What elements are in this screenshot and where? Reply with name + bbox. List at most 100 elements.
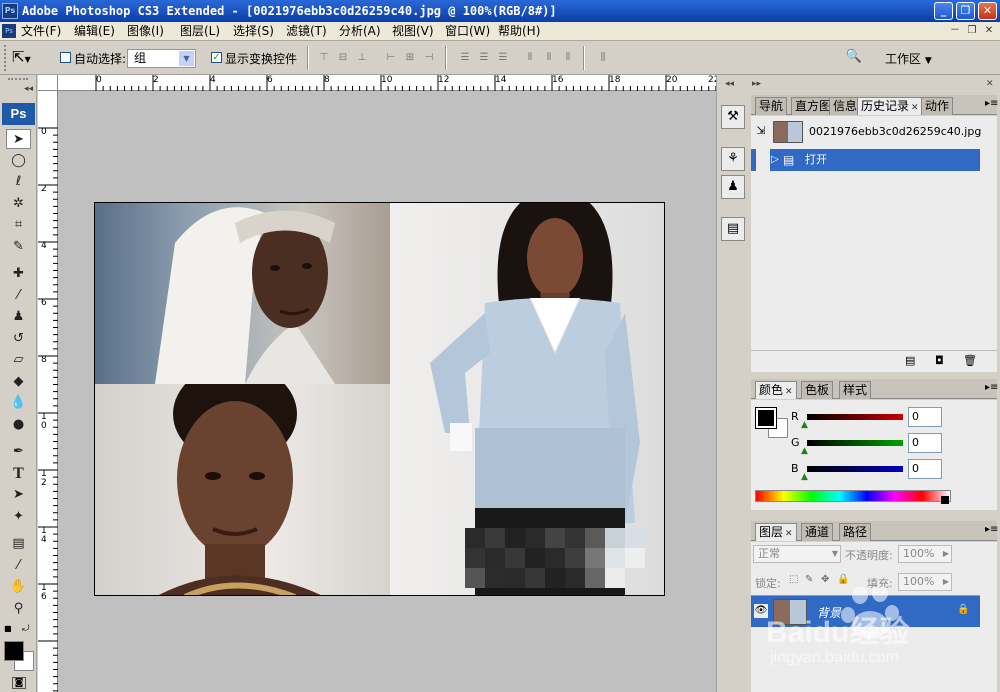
delete-icon[interactable]: 🗑 — [963, 354, 977, 367]
zoom-tool[interactable]: ⚲ — [6, 599, 31, 619]
slider-thumb-icon[interactable]: ▲ — [801, 472, 808, 482]
slider-thumb-icon[interactable]: ▲ — [801, 446, 808, 456]
channel-r-input[interactable]: 0 — [908, 407, 942, 427]
collapse-toolbox-icon[interactable]: ◂◂ — [24, 84, 33, 94]
align-top-icon[interactable]: ⊤ — [317, 51, 331, 65]
bridge-button[interactable]: 🔍 — [842, 49, 866, 67]
layer-row-background[interactable]: 👁 背景 🔒 — [751, 595, 980, 627]
panel-menu-icon[interactable]: ▸≡ — [985, 382, 998, 393]
tab-paths[interactable]: 路径 — [839, 523, 872, 541]
hand-tool[interactable]: ✋ — [6, 577, 31, 597]
distribute-top-icon[interactable]: ☰ — [458, 51, 472, 65]
channel-b-input[interactable]: 0 — [908, 459, 942, 479]
menu-window[interactable]: 窗口(W) — [445, 24, 490, 39]
tab-channels[interactable]: 通道 — [801, 523, 834, 541]
shape-tool[interactable]: ✦ — [6, 507, 31, 527]
distribute-bottom-icon[interactable]: ☰ — [496, 51, 510, 65]
align-left-icon[interactable]: ⊢ — [384, 51, 398, 65]
ruler-vertical[interactable]: 0 2 4 6 8 10 12 14 16 — [38, 91, 58, 692]
magic-wand-tool[interactable]: ✲ — [6, 194, 31, 214]
paint-bucket-tool[interactable]: ◆ — [6, 372, 31, 392]
new-document-from-state-icon[interactable]: ▤ — [905, 354, 915, 367]
brush-tool[interactable]: ⁄ — [6, 286, 31, 306]
crop-tool[interactable]: ⌗ — [6, 215, 31, 235]
clone-stamp-tool[interactable]: ♟ — [6, 307, 31, 327]
close-tab-icon[interactable]: ✕ — [785, 529, 793, 539]
swap-colors-icon[interactable]: ⤾ — [22, 624, 30, 634]
color-ramp[interactable] — [755, 490, 951, 502]
minimize-button[interactable]: _ — [934, 2, 953, 20]
tools-presets-button[interactable]: ⚒ — [721, 105, 745, 129]
menu-analysis[interactable]: 分析(A) — [339, 24, 381, 39]
ruler-horizontal[interactable]: 0 2 4 6 8 10 12 14 16 18 20 22 — [58, 75, 719, 91]
layer-comps-button[interactable]: ▤ — [721, 217, 745, 241]
snapshot-name[interactable]: 0021976ebb3c0d26259c40.jpg — [809, 125, 981, 138]
menu-select[interactable]: 选择(S) — [233, 24, 274, 39]
path-selection-tool[interactable]: ➤ — [6, 485, 31, 505]
layer-name[interactable]: 背景 — [817, 604, 841, 621]
lock-all-icon[interactable]: 🔒 — [837, 574, 849, 585]
color-foreground-swatch[interactable] — [755, 407, 777, 429]
show-transform-checkbox[interactable]: ✓ — [211, 52, 222, 63]
maximize-button[interactable]: ❐ — [956, 2, 975, 20]
menu-file[interactable]: 文件(F) — [21, 24, 61, 39]
brushes-button[interactable]: ⚘ — [721, 147, 745, 171]
blend-mode-dropdown[interactable]: 正常 ▼ — [753, 545, 841, 563]
workspace-menu-button[interactable]: 工作区 ▼ — [885, 50, 932, 67]
clone-source-button[interactable]: ♟ — [721, 175, 745, 199]
lock-position-icon[interactable]: ✥ — [821, 574, 829, 585]
quick-mask-icon[interactable]: ◙ — [12, 677, 26, 689]
new-snapshot-icon[interactable]: ◘ — [935, 354, 944, 367]
history-state-row[interactable]: ▷ ▤ 打开 — [751, 149, 980, 171]
slice-tool[interactable]: ✎ — [6, 237, 31, 257]
lasso-tool[interactable]: ℓ — [6, 172, 31, 192]
tab-history[interactable]: 历史记录 ✕ — [857, 97, 923, 115]
channel-b-slider[interactable] — [807, 466, 903, 472]
fill-input[interactable]: 100% ▶ — [898, 573, 952, 591]
default-colors-icon[interactable]: ■ — [4, 624, 12, 633]
lock-transparent-icon[interactable]: ⬚ — [789, 574, 798, 585]
menu-help[interactable]: 帮助(H) — [498, 24, 540, 39]
doc-minimize-button[interactable]: － — [948, 24, 962, 37]
tab-layers[interactable]: 图层 ✕ — [755, 523, 797, 541]
pen-tool[interactable]: ✒ — [6, 442, 31, 462]
close-tab-icon[interactable]: ✕ — [911, 103, 919, 113]
panel-menu-icon[interactable]: ▸≡ — [985, 524, 998, 535]
expand-dock-icon[interactable]: ▸▸ — [752, 79, 761, 89]
auto-align-icon[interactable]: ⫼ — [596, 51, 610, 65]
distribute-right-icon[interactable]: ⫴ — [561, 51, 575, 65]
document-icon[interactable]: Ps — [2, 24, 16, 38]
distribute-left-icon[interactable]: ⫴ — [523, 51, 537, 65]
auto-select-dropdown[interactable]: 组 ▼ — [127, 49, 196, 68]
align-vcenter-icon[interactable]: ⊟ — [336, 51, 350, 65]
healing-brush-tool[interactable]: ✚ — [6, 264, 31, 284]
document-image[interactable] — [94, 202, 665, 596]
doc-close-button[interactable]: ✕ — [982, 24, 996, 37]
foreground-color-swatch[interactable] — [4, 641, 24, 661]
toolbox-grip[interactable] — [8, 78, 28, 82]
tab-styles[interactable]: 样式 — [839, 381, 872, 399]
doc-restore-button[interactable]: ❐ — [965, 24, 979, 37]
grip-handle[interactable] — [4, 45, 8, 71]
close-tab-icon[interactable]: ✕ — [785, 387, 793, 397]
tab-navigator[interactable]: 导航 — [755, 97, 788, 115]
marquee-tool[interactable]: ◯ — [6, 151, 31, 171]
layer-visibility-eye-icon[interactable]: 👁 — [754, 604, 768, 618]
eyedropper-tool[interactable]: ⁄ — [6, 556, 31, 576]
snapshot-brush-icon[interactable]: ⇲ — [751, 120, 771, 142]
blur-tool[interactable]: 💧 — [6, 393, 31, 413]
dodge-tool[interactable]: ● — [6, 415, 31, 435]
menu-view[interactable]: 视图(V) — [392, 24, 434, 39]
channel-g-slider[interactable] — [807, 440, 903, 446]
panel-menu-icon[interactable]: ▸≡ — [985, 98, 998, 109]
auto-select-checkbox[interactable] — [60, 52, 71, 63]
color-ramp-black[interactable] — [941, 496, 949, 504]
menu-image[interactable]: 图像(I) — [127, 24, 164, 39]
history-brush-source-box[interactable] — [756, 149, 770, 171]
notes-tool[interactable]: ▤ — [6, 534, 31, 554]
opacity-input[interactable]: 100% ▶ — [898, 545, 952, 563]
ruler-origin[interactable] — [38, 75, 58, 91]
menu-edit[interactable]: 编辑(E) — [74, 24, 115, 39]
tab-swatches[interactable]: 色板 — [801, 381, 834, 399]
menu-layer[interactable]: 图层(L) — [180, 24, 220, 39]
